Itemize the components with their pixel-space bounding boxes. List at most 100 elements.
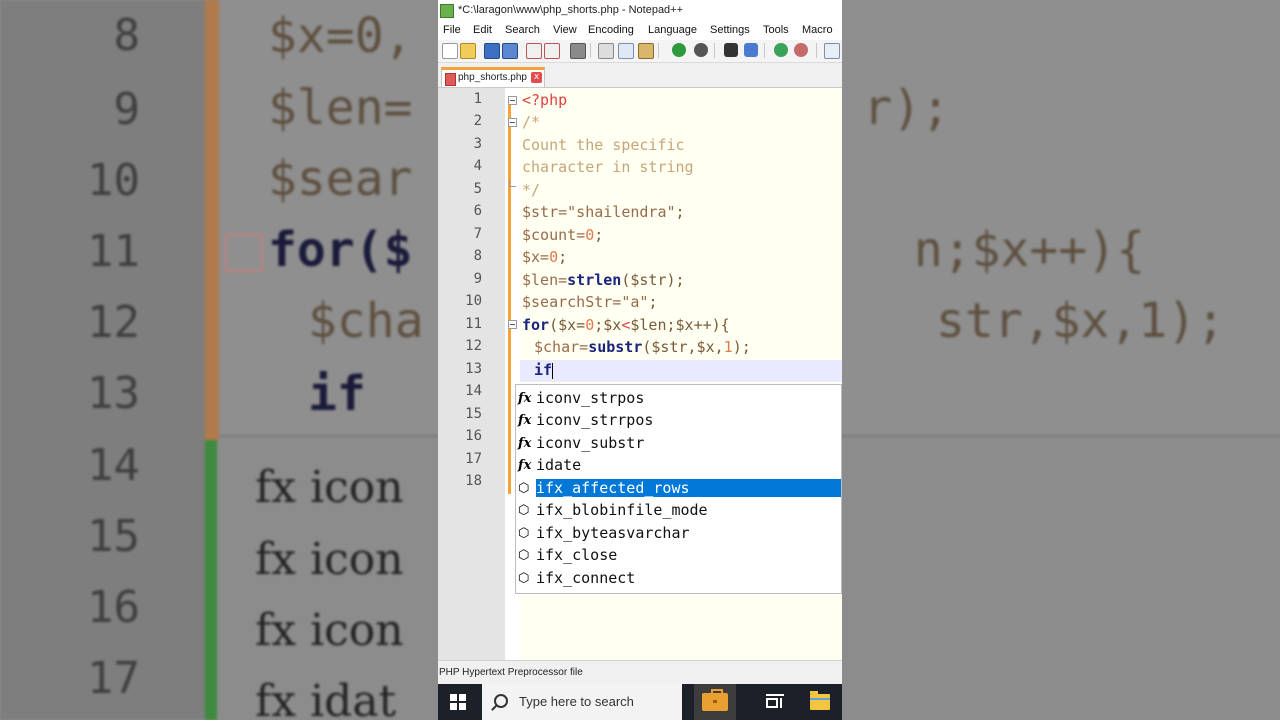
code-rest: ); xyxy=(732,338,751,356)
autocomplete-item[interactable]: fx iconv_substr xyxy=(516,433,841,455)
code-line-9: $len=strlen($str); xyxy=(522,271,685,289)
code-line-4: character in string xyxy=(522,158,694,176)
bg-fx-fragment: fx icon xyxy=(255,534,404,585)
code-number: 1 xyxy=(723,338,733,356)
autocomplete-item[interactable]: fx iconv_strrpos xyxy=(516,410,841,432)
bg-code-fragment: str,$x,1); xyxy=(936,293,1225,349)
menu-settings[interactable]: Settings xyxy=(710,24,750,36)
notepadpp-icon xyxy=(440,4,454,18)
code-punct: ; xyxy=(558,248,568,266)
object-icon: ⬡ xyxy=(518,571,530,586)
bg-line-number: 17 xyxy=(87,653,140,704)
menu-view[interactable]: View xyxy=(553,24,577,36)
php-file-icon xyxy=(445,73,456,86)
line-number: 9 xyxy=(473,271,482,287)
menu-encoding[interactable]: Encoding xyxy=(588,24,634,36)
code-function: substr xyxy=(588,338,643,356)
autocomplete-item[interactable]: ⬡ ifx_connect xyxy=(516,568,841,590)
save-icon[interactable] xyxy=(484,43,500,59)
menu-search[interactable]: Search xyxy=(505,24,540,36)
object-icon: ⬡ xyxy=(518,526,530,541)
comment: character in string xyxy=(522,158,694,176)
menu-language[interactable]: Language xyxy=(648,24,697,36)
autocomplete-item[interactable]: ⬡ ifx_byteasvarchar xyxy=(516,523,841,545)
line-number: 2 xyxy=(473,113,482,129)
line-number: 14 xyxy=(465,383,482,399)
windows-start-icon[interactable] xyxy=(450,694,466,710)
tab-close-icon[interactable]: x xyxy=(531,72,542,83)
code-keyword: if xyxy=(534,361,553,379)
code-keyword: for xyxy=(522,316,550,334)
line-number: 6 xyxy=(473,203,482,219)
bg-line-number: 12 xyxy=(87,297,140,348)
autocomplete-item[interactable]: ⬡ ifx_close xyxy=(516,545,841,567)
code-line-8: $x=0; xyxy=(522,248,567,266)
open-file-icon[interactable] xyxy=(460,43,476,59)
sync-icon[interactable] xyxy=(824,43,840,59)
function-icon: fx xyxy=(518,458,532,473)
menu-edit[interactable]: Edit xyxy=(473,24,492,36)
menu-macro[interactable]: Macro xyxy=(802,24,833,36)
close-icon[interactable] xyxy=(526,43,542,59)
function-icon: fx xyxy=(518,436,532,451)
line-number: 16 xyxy=(465,428,482,444)
code-rest: $len;$x++){ xyxy=(630,316,730,334)
search-placeholder: Type here to search xyxy=(519,694,634,709)
task-view-icon[interactable] xyxy=(766,694,784,710)
tab-label: php_shorts.php xyxy=(458,72,527,83)
cut-icon[interactable] xyxy=(598,43,614,59)
bg-code-fragment: $cha xyxy=(308,293,424,349)
new-file-icon[interactable] xyxy=(442,43,458,59)
fold-toggle[interactable] xyxy=(508,96,517,105)
line-number: 5 xyxy=(473,181,482,197)
find-icon[interactable] xyxy=(724,43,738,57)
redo-icon[interactable] xyxy=(694,43,708,57)
fold-toggle[interactable] xyxy=(508,118,517,127)
bg-line-number: 10 xyxy=(87,155,140,206)
replace-icon[interactable] xyxy=(744,43,758,57)
bg-line-number: 16 xyxy=(87,582,140,633)
windows-taskbar: Type here to search xyxy=(438,684,842,720)
bg-code-fragment: if xyxy=(308,366,366,422)
code-rest: ($str); xyxy=(621,271,685,289)
tab-php-shorts[interactable]: php_shorts.php x xyxy=(441,67,545,87)
bg-code-fragment: for($ xyxy=(268,222,413,278)
status-bar: PHP Hypertext Preprocessor file xyxy=(438,660,842,685)
autocomplete-label: iconv_strpos xyxy=(536,389,645,407)
bg-line-number: 8 xyxy=(113,10,141,61)
save-all-icon[interactable] xyxy=(502,43,518,59)
code-line-1: <?php xyxy=(522,91,567,109)
function-icon: fx xyxy=(518,391,532,406)
autocomplete-label: iconv_substr xyxy=(536,434,645,452)
zoom-in-icon[interactable] xyxy=(774,43,788,57)
fold-end-marker xyxy=(509,180,516,187)
autocomplete-item-selected[interactable]: ⬡ ifx_affected_rows xyxy=(516,478,841,500)
menu-tools[interactable]: Tools xyxy=(763,24,789,36)
code-line-2: /* xyxy=(522,113,540,131)
autocomplete-label: ifx_close xyxy=(536,546,618,564)
code-variable: $str= xyxy=(522,203,568,221)
bg-line-number: 13 xyxy=(87,368,140,419)
print-icon[interactable] xyxy=(570,43,586,59)
title-bar[interactable]: *C:\laragon\www\php_shorts.php - Notepad… xyxy=(438,0,842,22)
taskbar-app-briefcase[interactable] xyxy=(694,684,736,720)
autocomplete-item[interactable]: ⬡ ifx_blobinfile_mode xyxy=(516,500,841,522)
menu-file[interactable]: File xyxy=(443,24,461,36)
undo-icon[interactable] xyxy=(672,43,686,57)
fold-toggle[interactable] xyxy=(508,320,517,329)
code-number: 0 xyxy=(585,226,595,244)
bg-code-fragment: $len= xyxy=(268,80,413,136)
autocomplete-item[interactable]: fx iconv_strpos xyxy=(516,388,841,410)
copy-icon[interactable] xyxy=(618,43,634,59)
paste-icon[interactable] xyxy=(638,43,654,59)
close-all-icon[interactable] xyxy=(544,43,560,59)
autocomplete-label: ifx_affected_rows xyxy=(536,479,841,497)
code-editor[interactable]: 1 2 3 4 5 6 7 8 9 10 11 12 13 14 15 16 1… xyxy=(438,88,842,660)
file-explorer-icon[interactable] xyxy=(810,691,830,710)
toolbar xyxy=(438,40,842,63)
zoom-out-icon[interactable] xyxy=(794,43,808,57)
text-caret xyxy=(552,362,554,379)
taskbar-search-box[interactable]: Type here to search xyxy=(482,684,682,720)
toolbar-separator xyxy=(590,43,591,58)
autocomplete-item[interactable]: fx idate xyxy=(516,455,841,477)
